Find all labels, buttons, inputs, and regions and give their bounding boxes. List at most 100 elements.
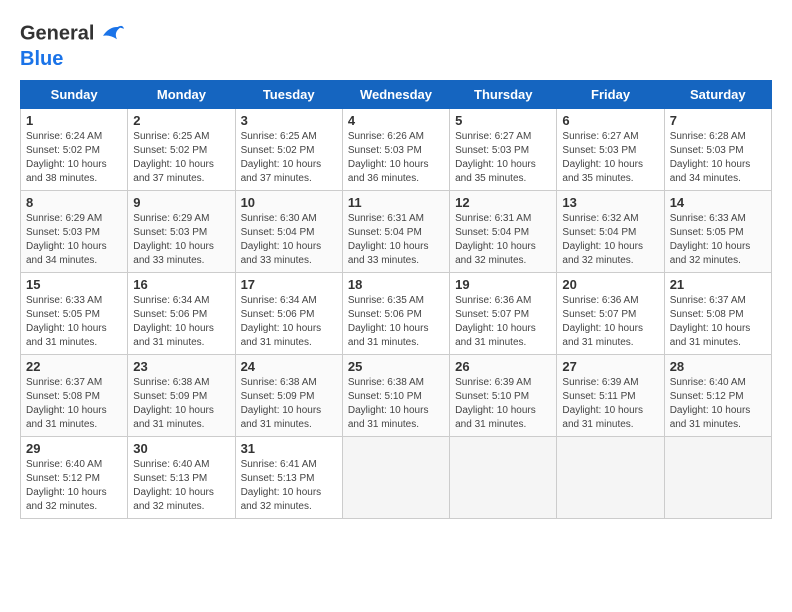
logo-blue: Blue [20, 48, 124, 70]
calendar-cell: 9 Sunrise: 6:29 AM Sunset: 5:03 PM Dayli… [128, 191, 235, 273]
calendar-cell: 2 Sunrise: 6:25 AM Sunset: 5:02 PM Dayli… [128, 109, 235, 191]
day-header-friday: Friday [557, 81, 664, 109]
day-number: 26 [455, 359, 551, 374]
day-number: 3 [241, 113, 337, 128]
day-number: 24 [241, 359, 337, 374]
day-number: 14 [670, 195, 766, 210]
calendar-week-row: 8 Sunrise: 6:29 AM Sunset: 5:03 PM Dayli… [21, 191, 772, 273]
day-info: Sunrise: 6:29 AM Sunset: 5:03 PM Dayligh… [26, 212, 122, 268]
calendar-cell: 29 Sunrise: 6:40 AM Sunset: 5:12 PM Dayl… [21, 437, 128, 519]
day-info: Sunrise: 6:25 AM Sunset: 5:02 PM Dayligh… [133, 130, 229, 186]
calendar-cell: 8 Sunrise: 6:29 AM Sunset: 5:03 PM Dayli… [21, 191, 128, 273]
day-info: Sunrise: 6:30 AM Sunset: 5:04 PM Dayligh… [241, 212, 337, 268]
calendar-cell: 1 Sunrise: 6:24 AM Sunset: 5:02 PM Dayli… [21, 109, 128, 191]
day-info: Sunrise: 6:34 AM Sunset: 5:06 PM Dayligh… [241, 294, 337, 350]
day-header-wednesday: Wednesday [342, 81, 449, 109]
calendar-cell: 16 Sunrise: 6:34 AM Sunset: 5:06 PM Dayl… [128, 273, 235, 355]
calendar-cell: 20 Sunrise: 6:36 AM Sunset: 5:07 PM Dayl… [557, 273, 664, 355]
day-info: Sunrise: 6:33 AM Sunset: 5:05 PM Dayligh… [670, 212, 766, 268]
calendar-cell: 6 Sunrise: 6:27 AM Sunset: 5:03 PM Dayli… [557, 109, 664, 191]
day-number: 10 [241, 195, 337, 210]
calendar-cell: 5 Sunrise: 6:27 AM Sunset: 5:03 PM Dayli… [450, 109, 557, 191]
calendar-cell: 23 Sunrise: 6:38 AM Sunset: 5:09 PM Dayl… [128, 355, 235, 437]
day-info: Sunrise: 6:27 AM Sunset: 5:03 PM Dayligh… [455, 130, 551, 186]
day-number: 28 [670, 359, 766, 374]
day-info: Sunrise: 6:27 AM Sunset: 5:03 PM Dayligh… [562, 130, 658, 186]
day-number: 13 [562, 195, 658, 210]
day-number: 9 [133, 195, 229, 210]
logo-general: General [20, 22, 94, 44]
day-info: Sunrise: 6:31 AM Sunset: 5:04 PM Dayligh… [455, 212, 551, 268]
calendar-cell: 17 Sunrise: 6:34 AM Sunset: 5:06 PM Dayl… [235, 273, 342, 355]
calendar-cell: 3 Sunrise: 6:25 AM Sunset: 5:02 PM Dayli… [235, 109, 342, 191]
day-info: Sunrise: 6:34 AM Sunset: 5:06 PM Dayligh… [133, 294, 229, 350]
day-number: 20 [562, 277, 658, 292]
day-info: Sunrise: 6:24 AM Sunset: 5:02 PM Dayligh… [26, 130, 122, 186]
calendar-cell: 25 Sunrise: 6:38 AM Sunset: 5:10 PM Dayl… [342, 355, 449, 437]
day-info: Sunrise: 6:33 AM Sunset: 5:05 PM Dayligh… [26, 294, 122, 350]
calendar-week-row: 22 Sunrise: 6:37 AM Sunset: 5:08 PM Dayl… [21, 355, 772, 437]
day-number: 6 [562, 113, 658, 128]
calendar-cell: 28 Sunrise: 6:40 AM Sunset: 5:12 PM Dayl… [664, 355, 771, 437]
calendar-cell: 11 Sunrise: 6:31 AM Sunset: 5:04 PM Dayl… [342, 191, 449, 273]
calendar-cell [664, 437, 771, 519]
day-info: Sunrise: 6:32 AM Sunset: 5:04 PM Dayligh… [562, 212, 658, 268]
calendar-header-row: SundayMondayTuesdayWednesdayThursdayFrid… [21, 81, 772, 109]
day-info: Sunrise: 6:36 AM Sunset: 5:07 PM Dayligh… [562, 294, 658, 350]
calendar-cell: 31 Sunrise: 6:41 AM Sunset: 5:13 PM Dayl… [235, 437, 342, 519]
day-number: 8 [26, 195, 122, 210]
calendar-cell: 10 Sunrise: 6:30 AM Sunset: 5:04 PM Dayl… [235, 191, 342, 273]
day-info: Sunrise: 6:38 AM Sunset: 5:09 PM Dayligh… [133, 376, 229, 432]
calendar-cell: 22 Sunrise: 6:37 AM Sunset: 5:08 PM Dayl… [21, 355, 128, 437]
day-info: Sunrise: 6:38 AM Sunset: 5:09 PM Dayligh… [241, 376, 337, 432]
day-info: Sunrise: 6:38 AM Sunset: 5:10 PM Dayligh… [348, 376, 444, 432]
day-info: Sunrise: 6:25 AM Sunset: 5:02 PM Dayligh… [241, 130, 337, 186]
calendar-cell: 12 Sunrise: 6:31 AM Sunset: 5:04 PM Dayl… [450, 191, 557, 273]
page-header: General Blue [20, 20, 772, 70]
calendar-cell [450, 437, 557, 519]
day-info: Sunrise: 6:39 AM Sunset: 5:11 PM Dayligh… [562, 376, 658, 432]
day-info: Sunrise: 6:40 AM Sunset: 5:12 PM Dayligh… [26, 458, 122, 514]
day-number: 4 [348, 113, 444, 128]
calendar-cell: 27 Sunrise: 6:39 AM Sunset: 5:11 PM Dayl… [557, 355, 664, 437]
day-number: 17 [241, 277, 337, 292]
calendar-cell [342, 437, 449, 519]
day-number: 31 [241, 441, 337, 456]
day-info: Sunrise: 6:37 AM Sunset: 5:08 PM Dayligh… [26, 376, 122, 432]
calendar-cell: 4 Sunrise: 6:26 AM Sunset: 5:03 PM Dayli… [342, 109, 449, 191]
logo: General Blue [20, 20, 124, 70]
day-number: 22 [26, 359, 122, 374]
day-info: Sunrise: 6:39 AM Sunset: 5:10 PM Dayligh… [455, 376, 551, 432]
day-info: Sunrise: 6:37 AM Sunset: 5:08 PM Dayligh… [670, 294, 766, 350]
calendar-cell: 15 Sunrise: 6:33 AM Sunset: 5:05 PM Dayl… [21, 273, 128, 355]
day-info: Sunrise: 6:40 AM Sunset: 5:12 PM Dayligh… [670, 376, 766, 432]
day-number: 2 [133, 113, 229, 128]
day-info: Sunrise: 6:26 AM Sunset: 5:03 PM Dayligh… [348, 130, 444, 186]
calendar-cell: 21 Sunrise: 6:37 AM Sunset: 5:08 PM Dayl… [664, 273, 771, 355]
day-info: Sunrise: 6:40 AM Sunset: 5:13 PM Dayligh… [133, 458, 229, 514]
day-info: Sunrise: 6:29 AM Sunset: 5:03 PM Dayligh… [133, 212, 229, 268]
day-number: 1 [26, 113, 122, 128]
calendar-cell: 13 Sunrise: 6:32 AM Sunset: 5:04 PM Dayl… [557, 191, 664, 273]
calendar-cell: 18 Sunrise: 6:35 AM Sunset: 5:06 PM Dayl… [342, 273, 449, 355]
calendar-cell: 30 Sunrise: 6:40 AM Sunset: 5:13 PM Dayl… [128, 437, 235, 519]
calendar-cell: 26 Sunrise: 6:39 AM Sunset: 5:10 PM Dayl… [450, 355, 557, 437]
calendar-cell: 14 Sunrise: 6:33 AM Sunset: 5:05 PM Dayl… [664, 191, 771, 273]
day-number: 29 [26, 441, 122, 456]
day-number: 21 [670, 277, 766, 292]
logo-icon [96, 20, 124, 48]
day-info: Sunrise: 6:31 AM Sunset: 5:04 PM Dayligh… [348, 212, 444, 268]
day-number: 25 [348, 359, 444, 374]
day-number: 19 [455, 277, 551, 292]
calendar-cell: 19 Sunrise: 6:36 AM Sunset: 5:07 PM Dayl… [450, 273, 557, 355]
day-number: 11 [348, 195, 444, 210]
day-info: Sunrise: 6:36 AM Sunset: 5:07 PM Dayligh… [455, 294, 551, 350]
day-number: 16 [133, 277, 229, 292]
day-number: 5 [455, 113, 551, 128]
day-number: 7 [670, 113, 766, 128]
calendar-cell: 7 Sunrise: 6:28 AM Sunset: 5:03 PM Dayli… [664, 109, 771, 191]
calendar-cell [557, 437, 664, 519]
day-info: Sunrise: 6:28 AM Sunset: 5:03 PM Dayligh… [670, 130, 766, 186]
calendar-week-row: 29 Sunrise: 6:40 AM Sunset: 5:12 PM Dayl… [21, 437, 772, 519]
day-header-sunday: Sunday [21, 81, 128, 109]
